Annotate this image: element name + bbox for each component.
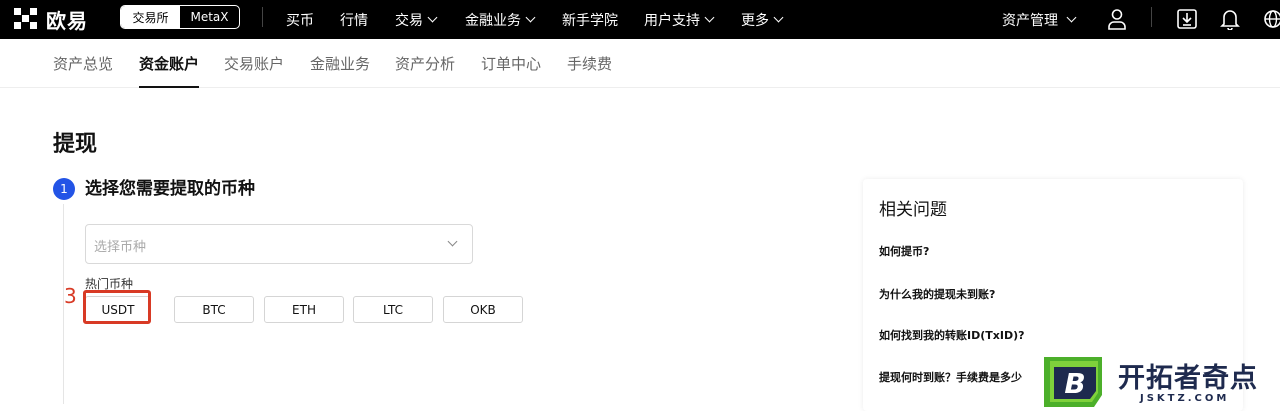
coin-button-okb[interactable]: OKB [443,296,523,323]
nav-label: 买币 [286,12,314,29]
subnav-asset-overview[interactable]: 资产总览 [53,39,113,88]
chevron-down-icon [525,12,536,23]
top-navigation-bar: 欧易 交易所 MetaX 买币 行情 交易 金融业务 新手学院 用户支持 更多 … [0,0,1280,39]
nav-asset-management[interactable]: 资产管理 [1002,0,1077,39]
chevron-down-icon [427,12,438,23]
exchange-metax-switch: 交易所 MetaX [120,5,240,29]
step-title: 选择您需要提取的币种 [85,179,255,199]
page-title: 提现 [53,132,98,157]
logo-mark-icon [14,8,38,30]
nav-trade[interactable]: 交易 [395,0,438,39]
nav-markets[interactable]: 行情 [340,0,368,39]
nav-label: 用户支持 [644,12,700,29]
faq-link[interactable]: 如何提币? [879,243,929,259]
watermark-logo-letter: B [1064,367,1085,400]
subnav-finance[interactable]: 金融业务 [310,39,370,88]
nav-label: 行情 [340,12,368,29]
coin-button-ltc[interactable]: LTC [353,296,433,323]
subnav-asset-analysis[interactable]: 资产分析 [395,39,455,88]
nav-finance[interactable]: 金融业务 [465,0,536,39]
subnav-order-center[interactable]: 订单中心 [481,39,541,88]
globe-icon[interactable] [1258,4,1280,34]
nav-buy-crypto[interactable]: 买币 [286,0,314,39]
coin-button-btc[interactable]: BTC [174,296,254,323]
segment-exchange[interactable]: 交易所 [121,6,180,28]
faq-title: 相关问题 [879,200,947,220]
chevron-down-icon [1066,12,1077,23]
faq-link[interactable]: 提现何时到账？手续费是多少 [879,369,1022,385]
subnav-funding-account[interactable]: 资金账户 [139,39,200,88]
coin-button-eth[interactable]: ETH [264,296,344,323]
bell-icon[interactable] [1215,4,1245,34]
nav-more[interactable]: 更多 [741,0,784,39]
step-number-badge: 1 [53,178,75,200]
nav-divider [1151,7,1152,27]
chevron-down-icon [773,12,784,23]
watermark-subtext: JSKTZ.COM [1140,393,1230,404]
subnav-trading-account[interactable]: 交易账户 [224,39,284,88]
annotation-number: 3 [64,284,77,308]
segment-metax[interactable]: MetaX [180,6,239,28]
logo-text: 欧易 [46,8,88,33]
nav-label: 金融业务 [465,12,521,29]
subnav-fees[interactable]: 手续费 [567,39,612,88]
nav-support[interactable]: 用户支持 [644,0,715,39]
watermark-text: 开拓者奇点 [1118,363,1258,394]
annotation-highlight-box [83,290,151,324]
nav-label: 资产管理 [1002,12,1058,29]
account-subnav: 资产总览 资金账户 交易账户 金融业务 资产分析 订单中心 手续费 [0,39,1280,88]
watermark: B 开拓者奇点 JSKTZ.COM [1040,353,1280,411]
nav-label: 更多 [741,12,769,29]
chevron-down-icon [447,236,458,247]
faq-link[interactable]: 为什么我的提现未到账? [879,286,995,302]
chevron-down-icon [704,12,715,23]
faq-link[interactable]: 如何找到我的转账ID(TxID)? [879,327,1024,343]
nav-academy[interactable]: 新手学院 [562,0,618,39]
nav-label: 新手学院 [562,12,618,29]
okx-logo[interactable]: 欧易 [14,6,88,33]
watermark-logo-icon: B [1044,357,1102,407]
coin-select-dropdown[interactable]: 选择币种 [85,224,473,264]
user-icon[interactable] [1102,4,1132,34]
coin-select-placeholder: 选择币种 [94,240,147,255]
nav-divider [262,7,263,27]
nav-label: 交易 [395,12,423,29]
download-icon[interactable] [1172,4,1202,34]
